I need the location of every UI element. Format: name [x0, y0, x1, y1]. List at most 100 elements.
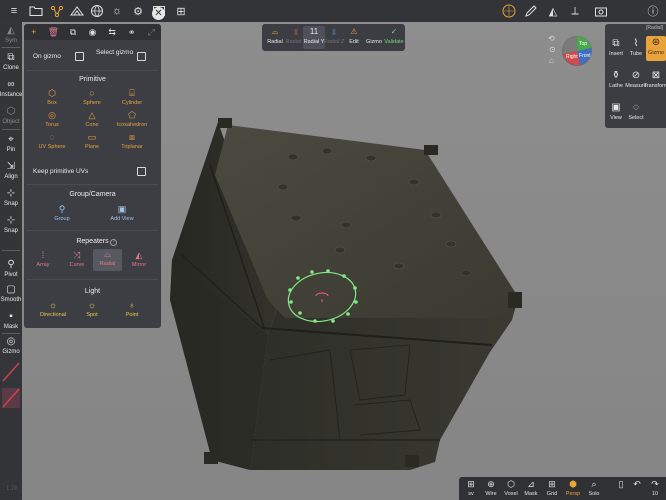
add-icon[interactable]: + — [24, 24, 44, 40]
repeaters-help-icon[interactable]: ? — [110, 239, 117, 246]
target-icon[interactable]: ⊙ — [549, 45, 559, 55]
persp-button[interactable]: ⬢ Persp — [563, 478, 583, 499]
wire-button[interactable]: ⊕ Wire — [481, 478, 501, 499]
radial-icon: ⌓ — [271, 27, 279, 36]
object-tool[interactable]: ⬡ Object — [0, 106, 22, 126]
pin-tool[interactable]: ⌖ Pin — [0, 134, 22, 154]
light-spot[interactable]: ☼ Spot — [72, 300, 112, 319]
material-icon[interactable]: ☼ — [108, 2, 126, 20]
clone-icon: ⧉ — [7, 52, 15, 63]
compass-icon[interactable] — [500, 2, 518, 20]
unlink-icon[interactable]: ⤢ — [141, 24, 161, 40]
repeater-radial[interactable]: ⌓ Radial — [93, 249, 122, 271]
transform-tool[interactable]: ⊠ Transform — [644, 69, 666, 90]
view-cube[interactable]: Top Front Right — [560, 34, 594, 68]
settings-icon[interactable]: ⚙ — [129, 2, 147, 20]
mask-tool[interactable]: ▪ Mask — [0, 311, 22, 331]
primitive-uv-sphere[interactable]: ◌ UV Sphere — [32, 132, 72, 151]
cone-icon: △ — [88, 110, 96, 120]
group-button[interactable]: ⚲ Group — [42, 204, 82, 223]
validate-button[interactable]: ✓ Validate — [383, 26, 405, 49]
link-icon[interactable]: ⚭ — [122, 24, 142, 40]
light-directional[interactable]: ☼ Directional — [33, 300, 73, 319]
flip-icon[interactable]: ◭ — [544, 2, 562, 20]
primitive-torus[interactable]: ◎ Torus — [32, 110, 72, 129]
merge-icon[interactable]: ⇆ — [102, 24, 122, 40]
primitive-title: Primitive — [79, 76, 106, 83]
primitive-cylinder[interactable]: ⌸ Cylinder — [112, 88, 152, 107]
snap-tool-rotate[interactable]: ⊹ Snap — [0, 215, 22, 235]
lathe-tool[interactable]: ⚱ Lathe — [606, 69, 626, 90]
eye-icon[interactable]: ◉ — [83, 24, 103, 40]
home-icon[interactable]: ⌂ — [549, 56, 559, 66]
select-tool[interactable]: ◌ Select — [626, 101, 646, 122]
scene-add-panel: + 🗑 ⧉ ◉ ⇆ ⚭ ⤢ On gizmo Select gizmo Prim… — [24, 24, 161, 328]
pivot-tool[interactable]: ⚲ Pivot — [0, 259, 22, 279]
instance-tool[interactable]: ∞ Instance — [0, 79, 22, 99]
version-label: 1.76 — [6, 486, 18, 492]
clone-tool[interactable]: ⧉ Clone — [0, 52, 22, 72]
snap-icon: ⊹ — [6, 188, 16, 199]
select-gizmo-checkbox[interactable] — [137, 52, 146, 61]
layers-icon[interactable] — [88, 2, 106, 20]
scene-icon[interactable] — [48, 2, 66, 20]
primitive-sphere[interactable]: ○ Sphere — [72, 88, 112, 107]
add-view-button[interactable]: ▣ Add View — [102, 204, 142, 223]
repeater-curve[interactable]: ⤨ Curve — [62, 250, 92, 269]
voxel-button[interactable]: ⬡ Voxel — [501, 478, 521, 499]
radial-z-button[interactable]: ▮ Radial Z — [323, 26, 345, 49]
mesh-icon[interactable] — [68, 2, 86, 20]
gizmo-icon: ⊛ — [651, 37, 661, 48]
repeater-mirror[interactable]: ◭ Mirror — [124, 250, 154, 269]
gizmo-tool-active[interactable]: ⊛ Gizmo — [646, 36, 666, 61]
symmetry-icon[interactable]: ⟂ — [566, 2, 584, 20]
mask-button[interactable]: ⊿ Mask — [521, 478, 541, 499]
trash-icon[interactable]: 🗑 — [44, 24, 64, 40]
snap-tool-translate[interactable]: ⊹ Snap — [0, 188, 22, 208]
edit-button[interactable]: ⚠ Edit — [343, 26, 365, 49]
primitive-icosahedron[interactable]: ⬠ Icosahedron — [112, 110, 152, 129]
camera-icon[interactable] — [592, 2, 610, 20]
left-toolbar: ◭ Sym ⧉ Clone ∞ Instance ⬡ Object ⌖ Pin ⇲ Alig… — [0, 22, 22, 500]
tube-tool[interactable]: ⌇ Tube — [626, 37, 646, 58]
primitive-triplanar[interactable]: ⧈ Triplanar — [112, 132, 152, 151]
grid-button[interactable]: ⊞ Grid — [542, 478, 562, 499]
sphere-icon: ○ — [89, 88, 95, 98]
close-panel-button[interactable]: ✕ — [152, 7, 165, 20]
rotate-icon[interactable]: ⟲ — [548, 34, 558, 44]
grid-icon[interactable]: ⊞ — [172, 2, 190, 20]
info-icon[interactable]: ⓘ — [644, 2, 662, 20]
repeater-array[interactable]: ⁞ Array — [28, 250, 58, 269]
smooth-tool[interactable]: ▢ Smooth — [0, 284, 22, 304]
primitive-plane[interactable]: ▭ Plane — [72, 132, 112, 151]
sym-tool[interactable]: ◭ Sym — [0, 25, 22, 45]
view-tool[interactable]: ▣ View — [606, 101, 626, 122]
gizmo-tool[interactable]: ◎ Gizmo — [0, 336, 22, 356]
stroke-swatches[interactable] — [2, 362, 20, 412]
brush-icon[interactable] — [522, 2, 540, 20]
align-tool[interactable]: ⇲ Align — [0, 161, 22, 181]
camera-icon: ▣ — [117, 204, 127, 214]
cube-icon: ⬡ — [6, 106, 16, 117]
primitive-cone[interactable]: △ Cone — [72, 110, 112, 129]
keep-uvs-checkbox[interactable] — [137, 167, 146, 176]
sv-button[interactable]: ⊞ sv — [461, 478, 481, 499]
menu-icon[interactable]: ≡ — [5, 2, 23, 20]
on-gizmo-checkbox[interactable] — [75, 52, 84, 61]
voxel-icon: ⬡ — [507, 479, 515, 489]
align-icon: ⇲ — [6, 161, 16, 172]
radial-y-button[interactable]: 11 Radial Y — [303, 26, 325, 49]
radial-button[interactable]: ⌓ Radial — [264, 26, 286, 49]
redo-button[interactable]: ↷ 10 — [645, 478, 665, 499]
folder-icon[interactable] — [27, 2, 45, 20]
light-point[interactable]: ♁ Point — [112, 300, 152, 319]
radial-icon: ⌓ — [103, 249, 112, 259]
primitive-box[interactable]: ⬡ Box — [32, 88, 72, 107]
bottom-toolbar: ⊞ sv ⊕ Wire ⬡ Voxel ⊿ Mask ⊞ Grid ⬢ Persp ⌕ Sol… — [459, 477, 666, 500]
undo-button[interactable]: ↶ — [627, 478, 647, 499]
undo-icon: ↶ — [633, 479, 641, 489]
duplicate-icon[interactable]: ⧉ — [63, 24, 83, 40]
gizmo-button[interactable]: Gizmo — [363, 26, 385, 49]
solo-button[interactable]: ⌕ Solo — [584, 478, 604, 499]
insert-tool[interactable]: ⧉ Insert — [606, 37, 626, 58]
